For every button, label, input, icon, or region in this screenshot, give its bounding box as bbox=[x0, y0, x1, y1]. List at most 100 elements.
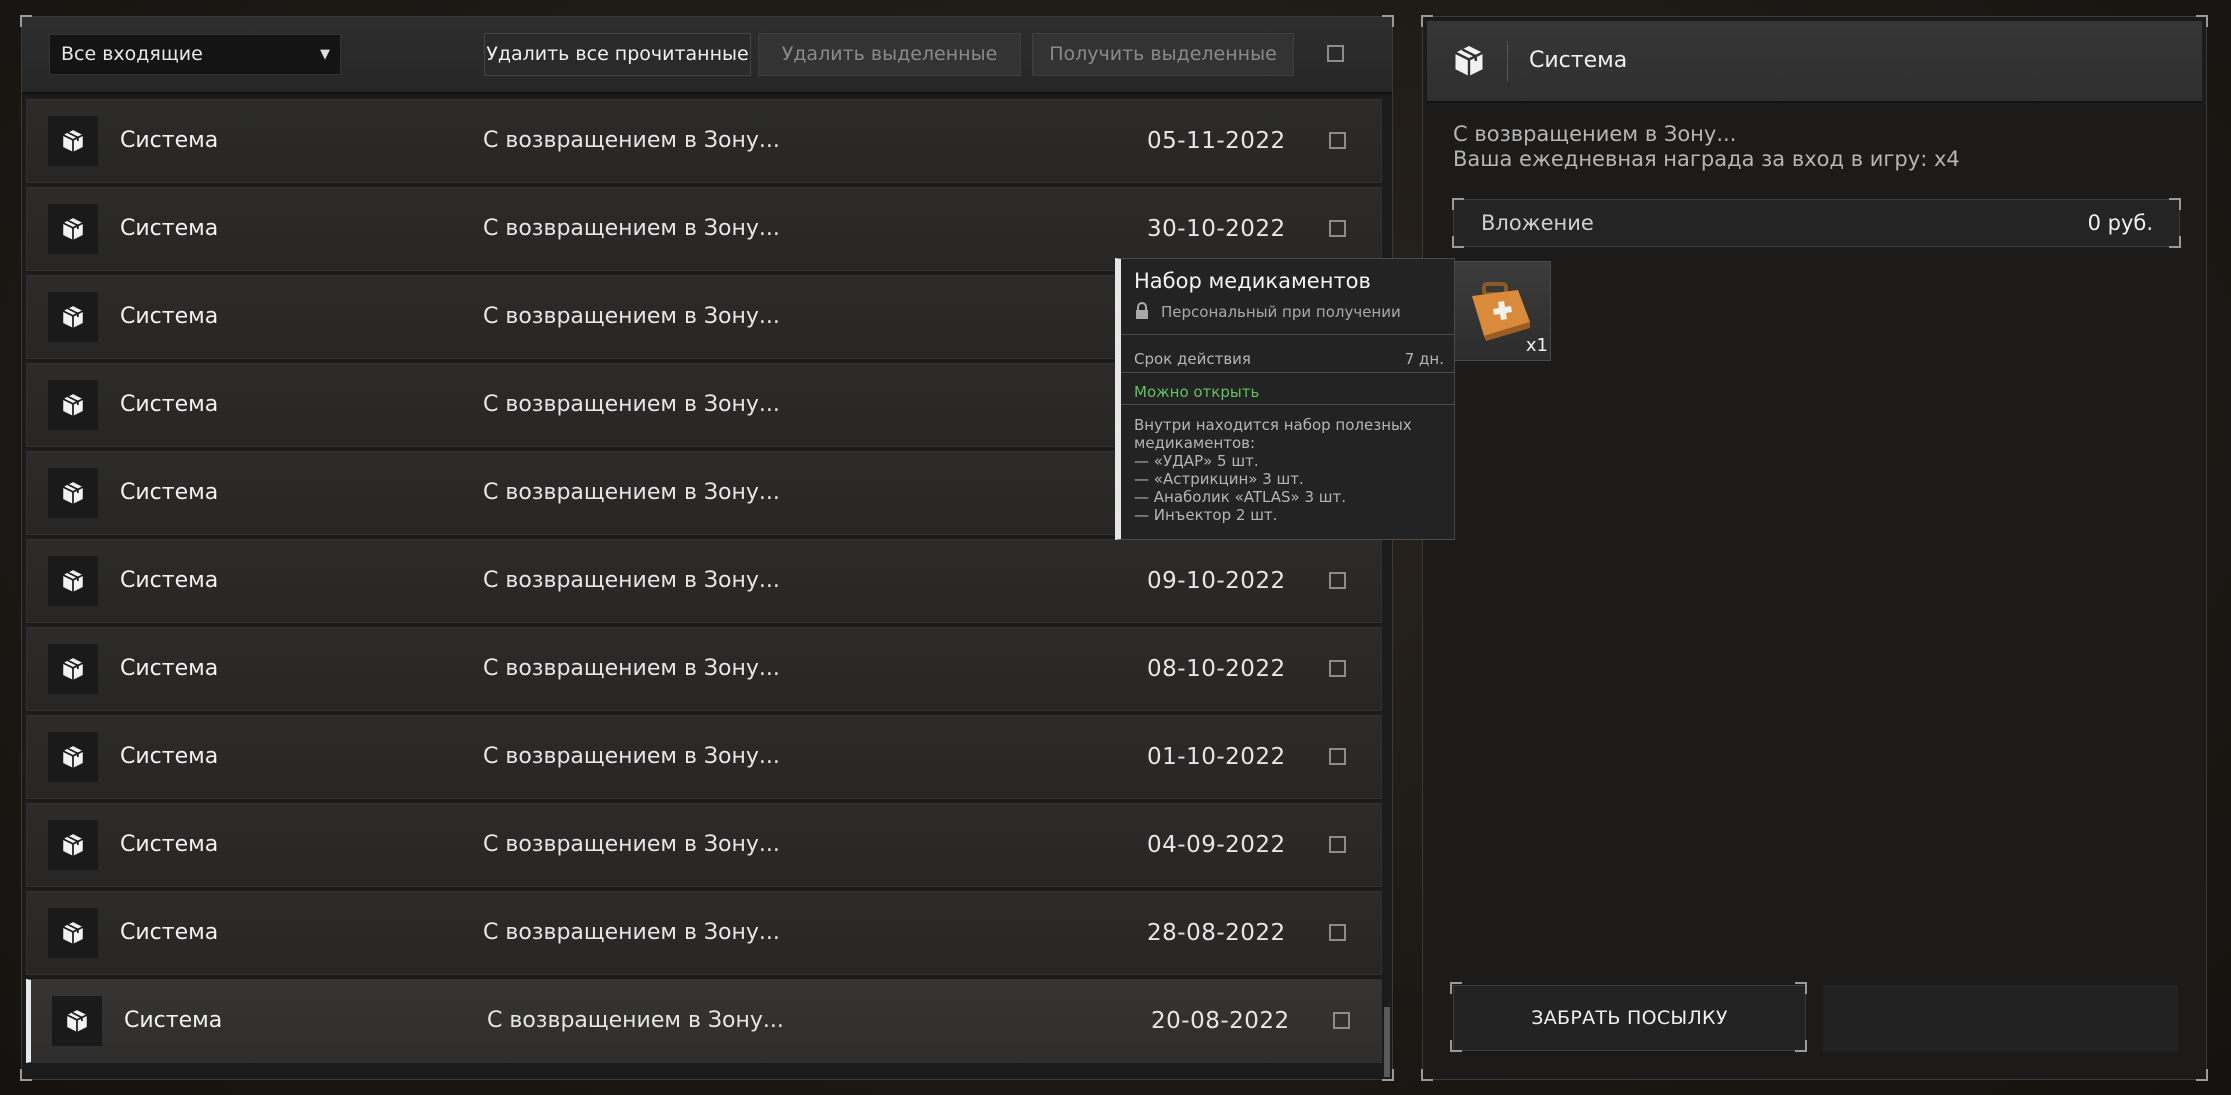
package-icon bbox=[48, 116, 98, 166]
message-sender: Система bbox=[124, 1008, 223, 1033]
package-icon bbox=[48, 292, 98, 342]
message-subject: С возвращением в Зону... bbox=[487, 1008, 784, 1033]
package-icon bbox=[48, 556, 98, 606]
attachment-label: Вложение bbox=[1481, 211, 1594, 235]
chevron-down-icon: ▼ bbox=[320, 47, 330, 62]
message-checkbox[interactable] bbox=[1329, 836, 1346, 853]
tooltip-term-label: Срок действия bbox=[1134, 350, 1251, 368]
tooltip-openable: Можно открыть bbox=[1134, 383, 1260, 401]
inbox-filter-select[interactable]: Все входящие ▼ bbox=[49, 34, 341, 75]
message-list: Система С возвращением в Зону... 05-11-202… bbox=[26, 99, 1382, 1067]
message-sender: Система bbox=[120, 656, 219, 681]
detail-header: Система bbox=[1427, 21, 2202, 103]
message-checkbox[interactable] bbox=[1329, 660, 1346, 677]
attachment-bar: Вложение 0 руб. bbox=[1452, 198, 2181, 248]
tooltip-divider bbox=[1121, 372, 1454, 373]
message-subject: С возвращением в Зону... bbox=[483, 480, 780, 505]
message-sender: Система bbox=[120, 128, 219, 153]
empty-slot bbox=[1823, 985, 2178, 1051]
message-checkbox[interactable] bbox=[1333, 1012, 1350, 1029]
inbox-filter-value: Все входящие bbox=[61, 43, 203, 65]
message-subject: С возвращением в Зону... bbox=[483, 744, 780, 769]
package-icon bbox=[48, 644, 98, 694]
attachment-price: 0 руб. bbox=[2087, 211, 2153, 235]
message-row[interactable]: Система С возвращением в Зону... 09-10-202… bbox=[26, 539, 1382, 623]
message-row[interactable]: Система С возвращением в Зону... 04-09-202… bbox=[26, 803, 1382, 887]
tooltip-description: Внутри находится набор полезных медикаме… bbox=[1134, 416, 1444, 524]
package-icon bbox=[48, 820, 98, 870]
message-sender: Система bbox=[120, 568, 219, 593]
message-subject: С возвращением в Зону... bbox=[483, 568, 780, 593]
mailbox-panel: Все входящие ▼ Удалить все прочитанные У… bbox=[20, 15, 1394, 1081]
message-body: С возвращением в Зону... Ваша ежедневная… bbox=[1453, 122, 1960, 172]
message-sender: Система bbox=[120, 920, 219, 945]
get-selected-button[interactable]: Получить выделенные bbox=[1032, 33, 1294, 76]
message-date: 05-11-2022 bbox=[1147, 128, 1286, 154]
package-icon bbox=[48, 204, 98, 254]
attachment-item-slot[interactable]: x1 bbox=[1453, 261, 1551, 361]
message-line: С возвращением в Зону... bbox=[1453, 122, 1737, 146]
message-sender: Система bbox=[120, 832, 219, 857]
message-subject: С возвращением в Зону... bbox=[483, 392, 780, 417]
frame-corner bbox=[1452, 236, 1464, 248]
message-row[interactable]: Система С возвращением в Зону... 20-08-202… bbox=[26, 979, 1382, 1063]
message-row[interactable]: Система С возвращением в Зону... 28-08-202… bbox=[26, 891, 1382, 975]
message-date: 28-08-2022 bbox=[1147, 920, 1286, 946]
message-date: 04-09-2022 bbox=[1147, 832, 1286, 858]
frame-corner bbox=[2169, 198, 2181, 210]
item-tooltip: Набор медикаментов Персональный при полу… bbox=[1115, 258, 1455, 540]
mailbox-toolbar: Все входящие ▼ Удалить все прочитанные У… bbox=[22, 17, 1392, 94]
tooltip-divider bbox=[1121, 404, 1454, 405]
tooltip-desc-line: — Анаболик «ATLAS» 3 шт. bbox=[1134, 488, 1347, 506]
message-sender: Система bbox=[120, 216, 219, 241]
tooltip-term-value: 7 дн. bbox=[1404, 350, 1444, 368]
frame-corner bbox=[2196, 1069, 2208, 1081]
message-checkbox[interactable] bbox=[1329, 748, 1346, 765]
message-subject: С возвращением в Зону... bbox=[483, 832, 780, 857]
message-date: 08-10-2022 bbox=[1147, 656, 1286, 682]
list-scrollbar[interactable] bbox=[1384, 1007, 1390, 1077]
tooltip-title: Набор медикаментов bbox=[1134, 269, 1371, 293]
package-icon bbox=[48, 380, 98, 430]
message-date: 09-10-2022 bbox=[1147, 568, 1286, 594]
delete-read-button[interactable]: Удалить все прочитанные bbox=[484, 33, 751, 76]
delete-selected-button[interactable]: Удалить выделенные bbox=[758, 33, 1021, 76]
message-checkbox[interactable] bbox=[1329, 572, 1346, 589]
message-checkbox[interactable] bbox=[1329, 220, 1346, 237]
tooltip-desc-line: Внутри находится набор полезных медикаме… bbox=[1134, 416, 1412, 452]
package-icon bbox=[48, 908, 98, 958]
lock-icon bbox=[1136, 302, 1148, 319]
message-sender: Система bbox=[120, 304, 219, 329]
message-checkbox[interactable] bbox=[1329, 924, 1346, 941]
message-subject: С возвращением в Зону... bbox=[483, 304, 780, 329]
tooltip-personal: Персональный при получении bbox=[1161, 303, 1401, 321]
message-subject: С возвращением в Зону... bbox=[483, 920, 780, 945]
message-sender: Система bbox=[120, 744, 219, 769]
message-line: Ваша ежедневная награда за вход в игру: … bbox=[1453, 147, 1960, 171]
tooltip-desc-line: — Инъектор 2 шт. bbox=[1134, 506, 1278, 524]
frame-corner bbox=[1421, 1069, 1433, 1081]
frame-corner bbox=[20, 1069, 32, 1081]
message-sender: Система bbox=[120, 392, 219, 417]
frame-corner bbox=[1452, 198, 1464, 210]
claim-package-button[interactable]: ЗАБРАТЬ ПОСЫЛКУ bbox=[1453, 985, 1806, 1051]
message-sender: Система bbox=[120, 480, 219, 505]
item-quantity: x1 bbox=[1525, 335, 1548, 356]
detail-sender: Система bbox=[1529, 48, 1628, 73]
tooltip-desc-line: — «Астрикцин» 3 шт. bbox=[1134, 470, 1304, 488]
message-subject: С возвращением в Зону... bbox=[483, 656, 780, 681]
medkit-icon bbox=[1472, 282, 1530, 341]
package-icon bbox=[48, 468, 98, 518]
message-subject: С возвращением в Зону... bbox=[483, 216, 780, 241]
select-all-checkbox[interactable] bbox=[1327, 45, 1344, 62]
message-row[interactable]: Система С возвращением в Зону... 08-10-202… bbox=[26, 627, 1382, 711]
message-row[interactable]: Система С возвращением в Зону... 01-10-202… bbox=[26, 715, 1382, 799]
tooltip-desc-line: — «УДАР» 5 шт. bbox=[1134, 452, 1259, 470]
message-checkbox[interactable] bbox=[1329, 132, 1346, 149]
message-row[interactable]: Система С возвращением в Зону... 05-11-202… bbox=[26, 99, 1382, 183]
message-detail-panel: Система С возвращением в Зону... Ваша еж… bbox=[1421, 15, 2208, 1081]
message-subject: С возвращением в Зону... bbox=[483, 128, 780, 153]
package-icon bbox=[1449, 41, 1489, 81]
header-divider bbox=[1507, 41, 1508, 81]
package-icon bbox=[52, 996, 102, 1046]
